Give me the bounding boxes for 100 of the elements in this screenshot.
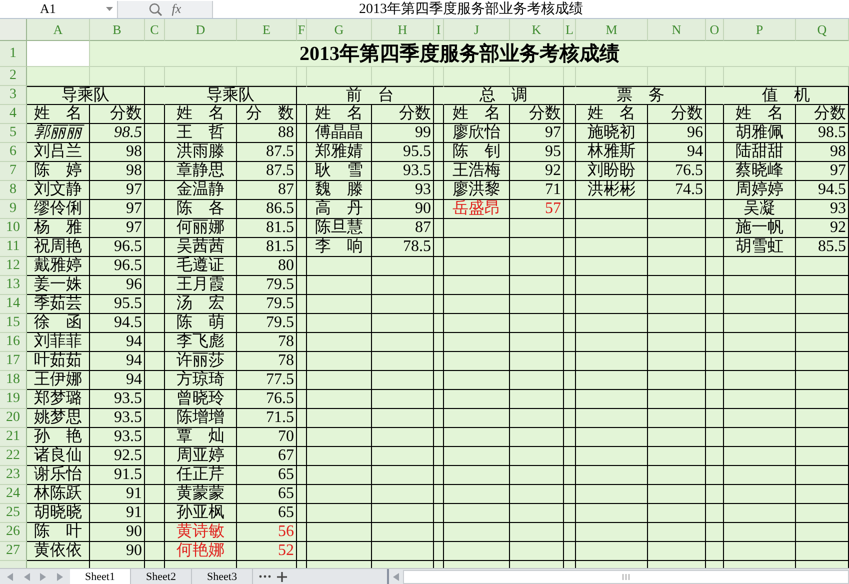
empty-cell[interactable] [510,371,564,390]
empty-cell[interactable] [307,352,372,371]
empty-cell[interactable] [434,447,444,466]
empty-cell[interactable] [706,105,724,124]
empty-cell[interactable] [564,295,576,314]
empty-cell[interactable] [706,352,724,371]
column-header[interactable]: G [307,19,372,41]
empty-cell[interactable] [564,105,576,124]
empty-cell[interactable] [648,485,706,504]
row-number[interactable]: 14 [0,295,27,314]
empty-cell[interactable] [145,485,165,504]
row-number[interactable]: 1 [0,41,27,67]
row-number[interactable]: 11 [0,238,27,257]
empty-cell[interactable] [434,485,444,504]
empty-cell[interactable] [576,409,648,428]
empty-cell[interactable] [576,333,648,352]
empty-cell[interactable] [796,504,849,523]
column-header[interactable]: J [444,19,510,41]
empty-cell[interactable] [145,105,165,124]
empty-cell[interactable] [444,390,510,409]
empty-cell[interactable] [510,409,564,428]
row-number[interactable]: 8 [0,181,27,200]
zoom-icon[interactable] [148,2,162,16]
empty-cell[interactable] [724,352,796,371]
empty-cell[interactable] [372,257,434,276]
empty-cell[interactable] [307,504,372,523]
row-number[interactable]: 26 [0,523,27,542]
empty-cell[interactable] [706,409,724,428]
empty-cell[interactable] [510,257,564,276]
sheet-tab[interactable]: Sheet1 [70,569,131,584]
empty-cell[interactable] [145,409,165,428]
empty-cell[interactable] [564,447,576,466]
empty-cell[interactable] [510,466,564,485]
column-header[interactable]: H [372,19,434,41]
add-icon[interactable] [277,572,287,582]
empty-cell[interactable] [724,371,796,390]
empty-cell[interactable] [444,238,510,257]
empty-cell[interactable] [706,257,724,276]
empty-cell[interactable] [297,143,307,162]
empty-cell[interactable] [724,333,796,352]
empty-cell[interactable] [724,390,796,409]
empty-cell[interactable] [796,523,849,542]
column-header[interactable]: F [297,19,307,41]
empty-cell[interactable] [145,371,165,390]
empty-cell[interactable] [576,276,648,295]
empty-cell[interactable] [145,86,165,105]
empty-cell[interactable] [564,181,576,200]
empty-cell[interactable] [444,523,510,542]
empty-cell[interactable] [576,371,648,390]
empty-cell[interactable] [706,504,724,523]
empty-cell[interactable] [444,276,510,295]
empty-cell[interactable] [434,257,444,276]
empty-cell[interactable] [434,352,444,371]
row-number[interactable]: 27 [0,542,27,561]
column-header[interactable]: I [434,19,444,41]
empty-cell[interactable] [434,314,444,333]
empty-cell[interactable] [297,181,307,200]
empty-cell[interactable] [564,466,576,485]
empty-cell[interactable] [796,371,849,390]
empty-cell[interactable] [724,542,796,561]
empty-cell[interactable] [796,276,849,295]
empty-cell[interactable] [307,371,372,390]
empty-cell[interactable] [444,409,510,428]
empty-cell[interactable] [372,466,434,485]
empty-cell[interactable] [706,200,724,219]
empty-cell[interactable] [307,390,372,409]
empty-cell[interactable] [724,295,796,314]
empty-cell[interactable] [706,162,724,181]
column-header[interactable]: L [564,19,576,41]
empty-cell[interactable] [307,447,372,466]
empty-cell[interactable] [648,276,706,295]
caret-icon[interactable] [106,7,113,11]
empty-cell[interactable] [576,257,648,276]
empty-cell[interactable] [564,542,576,561]
row-number[interactable]: 21 [0,428,27,447]
empty-cell[interactable] [297,257,307,276]
row-number[interactable]: 17 [0,352,27,371]
empty-cell[interactable] [510,219,564,238]
empty-cell[interactable] [724,485,796,504]
empty-cell[interactable] [434,200,444,219]
column-header[interactable]: Q [796,19,849,41]
empty-cell[interactable] [576,390,648,409]
empty-cell[interactable] [706,295,724,314]
empty-cell[interactable] [564,371,576,390]
empty-cell[interactable] [307,333,372,352]
row-number[interactable]: 13 [0,276,27,295]
empty-cell[interactable] [297,390,307,409]
empty-cell[interactable] [706,143,724,162]
column-header[interactable]: A [27,19,90,41]
selected-cell[interactable] [27,41,90,67]
empty-cell[interactable] [706,447,724,466]
empty-cell[interactable] [724,257,796,276]
empty-cell[interactable] [145,200,165,219]
empty-cell[interactable] [648,238,706,257]
empty-cell[interactable] [434,333,444,352]
empty-cell[interactable] [648,428,706,447]
empty-cell[interactable] [648,257,706,276]
empty-cell[interactable] [510,447,564,466]
empty-cell[interactable] [145,162,165,181]
empty-cell[interactable] [434,523,444,542]
